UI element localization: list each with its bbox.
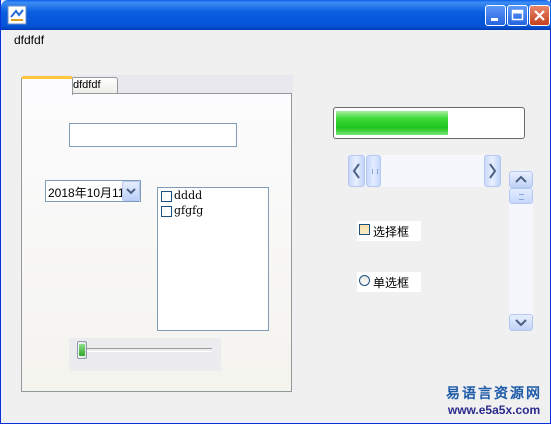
vertical-scroll-thumb[interactable]: [509, 188, 533, 204]
chevron-right-icon: [489, 163, 497, 179]
close-icon: [534, 10, 545, 21]
close-button[interactable]: [529, 5, 550, 26]
grip-icon: [519, 194, 524, 200]
list-item-label: dddd: [174, 189, 203, 202]
chevron-left-icon: [352, 163, 360, 179]
main-window: dfdfdf dfdfdf 2018年10月11 dddd gfgfg 选择框 …: [0, 0, 551, 424]
vertical-scrollbar[interactable]: [509, 171, 533, 331]
text-input[interactable]: [69, 123, 237, 147]
date-dropdown-button[interactable]: [122, 181, 140, 201]
date-picker[interactable]: 2018年10月11: [45, 180, 141, 202]
maximize-icon: [511, 9, 524, 21]
trackbar[interactable]: [69, 338, 221, 371]
horizontal-scroll-thumb[interactable]: [366, 155, 381, 187]
trackbar-thumb[interactable]: [77, 341, 87, 359]
scroll-down-button[interactable]: [509, 314, 533, 331]
radio-button[interactable]: [359, 275, 370, 286]
chevron-down-icon: [126, 188, 136, 195]
tab-2-label: dfdfdf: [73, 79, 101, 91]
tab-1[interactable]: [21, 76, 73, 95]
watermark-title: 易语言资源网: [446, 386, 542, 402]
select-checkbox[interactable]: 选择框: [357, 221, 421, 241]
checkbox[interactable]: [161, 191, 172, 202]
checkbox-label: 选择框: [373, 225, 410, 239]
checkbox[interactable]: [359, 224, 370, 235]
list-item-label: gfgfg: [174, 204, 204, 217]
watermark: 易语言资源网 www.e5a5x.com: [446, 383, 542, 417]
chevron-down-icon: [515, 319, 527, 327]
minimize-icon: [491, 18, 498, 21]
menu-item-dfdfdf[interactable]: dfdfdf: [14, 33, 44, 47]
thumb-grip: [79, 344, 85, 356]
horizontal-scrollbar[interactable]: [348, 155, 501, 187]
progress-bar: [333, 107, 525, 139]
scroll-left-button[interactable]: [348, 155, 365, 187]
chevron-up-icon: [515, 175, 527, 183]
checkbox[interactable]: [161, 206, 172, 217]
title-bar[interactable]: [1, 0, 551, 30]
watermark-url: www.e5a5x.com: [447, 403, 541, 417]
minimize-button[interactable]: [485, 5, 506, 26]
scroll-up-button[interactable]: [509, 171, 533, 188]
trackbar-track: [82, 348, 212, 352]
app-icon: [7, 5, 27, 25]
maximize-button[interactable]: [507, 5, 528, 26]
radio-option[interactable]: 单选框: [357, 272, 421, 292]
progress-fill: [336, 111, 448, 135]
grip-icon: [372, 169, 378, 174]
tab-dfdfdf[interactable]: dfdfdf: [71, 77, 118, 94]
scroll-right-button[interactable]: [484, 155, 501, 187]
checklist-box[interactable]: dddd gfgfg: [157, 187, 269, 331]
date-value: 2018年10月11: [48, 186, 125, 200]
menu-bar: dfdfdf: [2, 30, 550, 50]
radio-label: 单选框: [373, 276, 410, 290]
